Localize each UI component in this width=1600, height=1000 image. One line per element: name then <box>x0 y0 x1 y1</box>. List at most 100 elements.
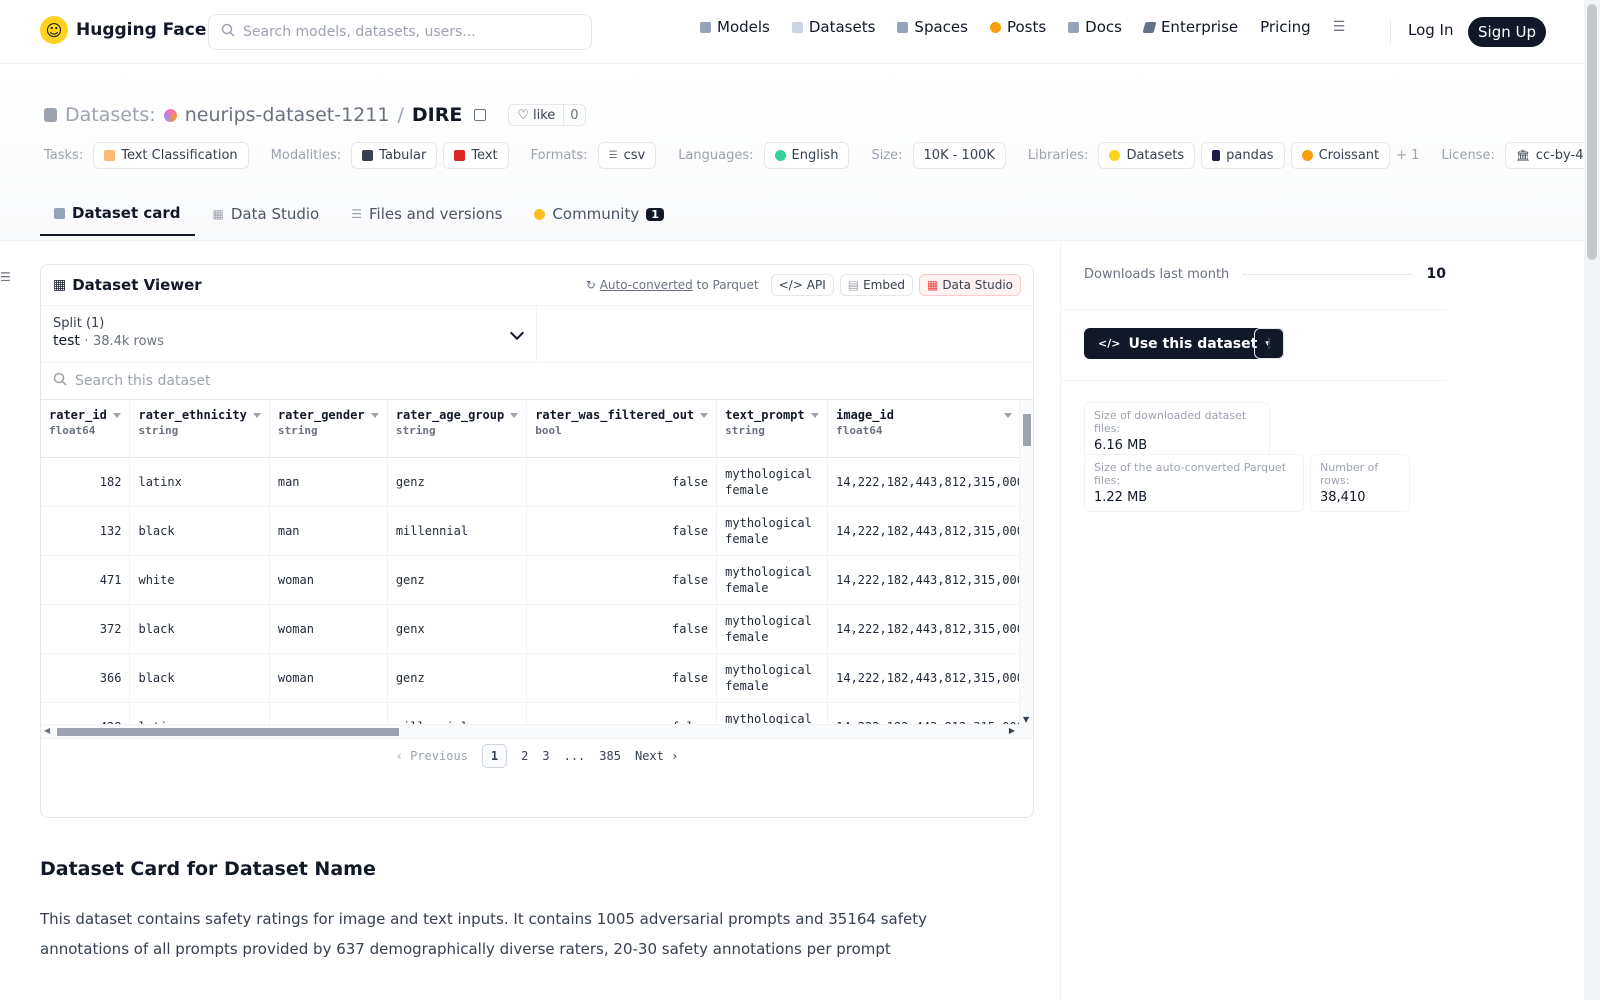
sort-icon[interactable] <box>700 413 709 418</box>
column-header[interactable]: rater_was_filtered_out bool <box>526 400 718 458</box>
tag-pandas[interactable]: pandas <box>1201 142 1285 169</box>
table-row[interactable]: 132 black man millennial false mythological f… <box>41 506 1033 556</box>
column-header[interactable]: rater_gender string <box>269 400 388 458</box>
hugging-face-logo-icon: ☺ <box>40 16 68 44</box>
tab-community[interactable]: Community 1 <box>520 194 677 236</box>
split-value: test · 38.4k rows <box>53 333 524 349</box>
signup-button[interactable]: Sign Up <box>1468 17 1546 47</box>
table-row[interactable]: 372 black woman genx false mythological femal… <box>41 604 1033 654</box>
nav-pricing[interactable]: Pricing <box>1260 18 1311 36</box>
copy-icon[interactable] <box>474 109 487 121</box>
repo-owner[interactable]: neurips-dataset-1211 <box>185 104 390 126</box>
table-cell: man <box>269 702 388 724</box>
more-options-button[interactable]: ⋮ <box>1254 328 1284 359</box>
csv-icon: ☰ <box>608 150 618 161</box>
tab-data-studio[interactable]: ▦ Data Studio <box>199 194 334 236</box>
vertical-scroll-thumb[interactable] <box>1023 414 1031 446</box>
global-search-input[interactable] <box>243 24 573 40</box>
dataset-search-input[interactable] <box>75 373 675 389</box>
tab-files[interactable]: ☰ Files and versions <box>337 194 516 236</box>
auto-converted-link[interactable]: Auto-converted <box>600 278 693 292</box>
column-type: string <box>395 424 436 437</box>
tag-size[interactable]: 10K - 100K <box>912 142 1006 169</box>
column-header[interactable]: image_id float64 <box>827 400 1033 458</box>
previous-label: Previous <box>410 749 468 763</box>
column-header[interactable]: rater_id float64 <box>41 400 131 458</box>
nav-docs[interactable]: Docs <box>1068 18 1122 36</box>
more-libraries[interactable]: + 1 <box>1396 148 1419 163</box>
page-button[interactable]: 2 <box>521 749 528 763</box>
page-scroll-thumb[interactable] <box>1587 4 1597 260</box>
vertical-scrollbar[interactable]: ▼ <box>1019 400 1033 724</box>
column-type: bool <box>535 424 562 437</box>
nav-spaces[interactable]: Spaces <box>897 18 968 36</box>
tag-english[interactable]: English <box>763 142 850 169</box>
scroll-right-icon[interactable]: ▶ <box>1009 726 1015 735</box>
scroll-down-icon[interactable]: ▼ <box>1023 715 1029 724</box>
dataset-search[interactable] <box>41 363 1033 400</box>
toc-toggle-icon[interactable]: ☰ <box>0 270 11 284</box>
sort-icon[interactable] <box>112 413 121 418</box>
page-scrollbar[interactable] <box>1584 0 1600 1000</box>
page-button[interactable]: 1 <box>481 744 508 768</box>
api-button[interactable]: </> API <box>770 274 834 296</box>
login-link[interactable]: Log In <box>1408 21 1454 39</box>
tag-tabular[interactable]: Tabular <box>351 142 438 169</box>
tag-csv-label: csv <box>623 148 646 163</box>
split-selector[interactable]: Split (1) test · 38.4k rows <box>41 306 537 362</box>
page-button[interactable]: 385 <box>599 749 621 763</box>
nav-links: Models Datasets Spaces Posts Docs Enterp… <box>700 18 1345 36</box>
auto-converted-note: ↻ Auto-converted to Parquet <box>586 278 759 292</box>
api-label: API <box>806 278 826 292</box>
next-page-button[interactable]: Next › <box>635 749 678 763</box>
tab-files-label: Files and versions <box>368 205 503 223</box>
tag-csv[interactable]: ☰ csv <box>597 142 657 169</box>
column-type: float64 <box>49 424 96 437</box>
files-icon: ☰ <box>351 207 362 221</box>
horizontal-scrollbar[interactable]: ◀ ▶ <box>41 724 1033 738</box>
repo-name[interactable]: DIRE <box>412 104 462 126</box>
nav-posts[interactable]: Posts <box>989 18 1046 36</box>
tag-task[interactable]: Text Classification <box>93 142 249 169</box>
sort-icon[interactable] <box>252 413 261 418</box>
table-row[interactable]: 428latinxmanmillennialfalsemythological … <box>41 702 1033 724</box>
stat-value: 38,410 <box>1320 490 1366 505</box>
sort-icon[interactable] <box>1003 413 1012 418</box>
scroll-left-icon[interactable]: ◀ <box>44 726 50 735</box>
tag-text[interactable]: Text <box>443 142 509 169</box>
nav-models[interactable]: Models <box>700 18 770 36</box>
croissant-icon <box>1301 150 1313 161</box>
tag-datasets-library[interactable]: Datasets <box>1098 142 1196 169</box>
sort-icon[interactable] <box>810 413 819 418</box>
brand-logo[interactable]: ☺ Hugging Face <box>40 16 206 44</box>
nav-datasets[interactable]: Datasets <box>791 18 875 36</box>
column-header[interactable]: rater_ethnicity string <box>129 400 270 458</box>
nav-more-menu[interactable]: ☰ <box>1333 19 1346 35</box>
table-cell: false <box>526 555 718 605</box>
embed-icon: ▤ <box>847 278 860 292</box>
to-parquet-text: to Parquet <box>696 278 759 292</box>
table-row[interactable]: 366 black woman genz false mythological femal… <box>41 653 1033 703</box>
column-header[interactable]: rater_age_group string <box>387 400 528 458</box>
repo-type-label[interactable]: Datasets: <box>65 104 156 126</box>
previous-page-button[interactable]: ‹ Previous <box>396 749 468 763</box>
like-button[interactable]: ♡ like 0 <box>508 104 586 126</box>
horizontal-scroll-thumb[interactable] <box>57 728 399 736</box>
tab-dataset-card[interactable]: Dataset card <box>40 194 195 236</box>
sort-icon[interactable] <box>510 413 519 418</box>
downloads-row: Downloads last month 10 <box>1084 266 1446 282</box>
global-search[interactable] <box>208 14 592 50</box>
sort-icon[interactable] <box>370 413 379 418</box>
embed-button[interactable]: ▤ Embed <box>839 274 913 296</box>
table-cell: genx <box>387 604 528 654</box>
column-header[interactable]: text_prompt string <box>716 400 829 458</box>
nav-enterprise[interactable]: Enterprise <box>1142 18 1238 36</box>
data-studio-button[interactable]: ▦ Data Studio <box>918 274 1021 296</box>
table-cell: woman <box>269 653 388 703</box>
downloads-label: Downloads last month <box>1084 266 1230 282</box>
table-row[interactable]: 471 white woman genz false mythological femal… <box>41 555 1033 605</box>
page-button[interactable]: 3 <box>542 749 549 763</box>
tag-croissant[interactable]: Croissant <box>1290 142 1391 169</box>
grid-icon: ▦ <box>53 277 67 293</box>
table-row[interactable]: 182 latinx man genz false mythological female… <box>41 457 1033 507</box>
